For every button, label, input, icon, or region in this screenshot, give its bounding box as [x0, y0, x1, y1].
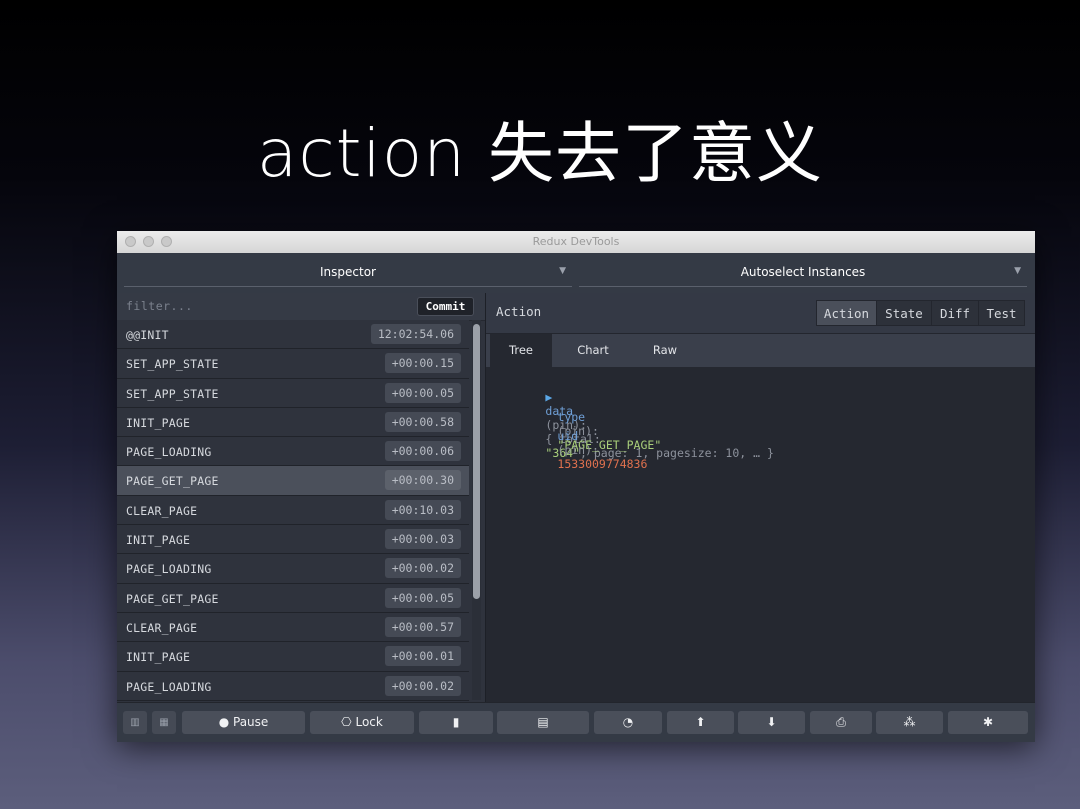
action-name: @@INIT [126, 328, 169, 342]
action-row[interactable]: PAGE_LOADING +00:00.02 [117, 554, 469, 584]
action-name: PAGE_LOADING [126, 445, 212, 460]
action-name: INIT_PAGE [126, 533, 191, 548]
action-row[interactable]: PAGE_GET_PAGE +00:00.05 [117, 583, 469, 613]
settings-button[interactable]: ✱ [948, 711, 1028, 734]
action-time-button[interactable]: +00:00.57 [384, 616, 461, 637]
tab-test[interactable]: Test [978, 300, 1025, 326]
filter-input[interactable]: filter... [126, 299, 193, 313]
window-title: Redux DevTools [532, 235, 620, 248]
instance-select-label: Autoselect Instances [740, 265, 866, 279]
action-name: INIT_PAGE [126, 650, 191, 665]
action-time-button[interactable]: 12:02:54.06 [370, 324, 461, 344]
dispatch-icon: ▮ [452, 715, 460, 729]
action-name: INIT_PAGE [126, 415, 191, 430]
action-row[interactable]: SET_APP_STATE +00:00.15 [117, 349, 469, 379]
action-name: SET_APP_STATE [126, 357, 219, 372]
monitor-select[interactable]: Inspector ▼ [124, 260, 572, 287]
bottom-toolbar: ▥ ▦ ● Pause ⎔ Lock ▮ ▤ ◔ ⬆ ⬇ ⎙ ⁂ ✱ [117, 702, 1035, 742]
print-icon: ⎙ [836, 715, 846, 729]
action-row[interactable]: PAGE_GET_PAGE +00:00.30 [117, 466, 469, 496]
action-row[interactable]: INIT_PAGE +00:00.58 [117, 407, 469, 438]
lock-icon: ⎔ [341, 715, 352, 729]
instance-select[interactable]: Autoselect Instances ▼ [579, 260, 1027, 287]
action-row[interactable]: INIT_PAGE +00:00.03 [117, 525, 469, 555]
action-time-button[interactable]: +00:00.05 [384, 587, 461, 608]
action-time-button[interactable]: +00:00.06 [384, 441, 461, 462]
remote-icon: ⁂ [903, 715, 916, 729]
lock-label: Lock [355, 715, 383, 729]
action-row[interactable]: PAGE_LOADING +00:00.06 [117, 437, 469, 467]
monitor-select-label: Inspector [320, 265, 376, 279]
action-row[interactable]: CLEAR_PAGE +00:10.03 [117, 495, 469, 526]
view-tabs: Tree Chart Raw [486, 334, 1035, 367]
import-button[interactable]: ⬆ [667, 711, 734, 734]
action-time-button[interactable]: +00:00.02 [384, 675, 461, 696]
commit-button[interactable]: Commit [417, 297, 474, 316]
devtools-window: Redux DevTools Inspector ▼ Autoselect In… [117, 231, 1035, 742]
tree-number-value: 1533009774836 [557, 457, 648, 471]
scrollbar-thumb[interactable] [473, 324, 480, 599]
action-list-panel: filter... Commit @@INIT 12:02:54.06 SET_AP… [117, 293, 485, 702]
keyboard-shortcuts-button[interactable]: ▤ [497, 711, 589, 734]
subtab-tree[interactable]: Tree [490, 334, 552, 367]
monitor-bar: Inspector ▼ Autoselect Instances ▼ [117, 253, 1035, 293]
slider-icon: ◔ [622, 715, 634, 729]
tree-row-uid[interactable]: uid (pin): 1533009774836 [502, 415, 647, 485]
action-time-button[interactable]: +00:00.02 [384, 558, 461, 579]
chevron-down-icon: ▼ [559, 266, 566, 276]
action-time-button[interactable]: +00:00.58 [384, 411, 461, 432]
action-row[interactable]: PAGE_LOADING +00:00.02 [117, 671, 469, 701]
pause-button[interactable]: ● Pause [182, 711, 305, 734]
action-time-button[interactable]: +00:00.15 [384, 353, 461, 374]
action-time-button[interactable]: +00:10.03 [384, 499, 461, 520]
detail-title: Action [496, 304, 542, 319]
slider-button[interactable]: ◔ [594, 711, 662, 734]
action-name: SET_APP_STATE [126, 386, 219, 401]
action-tree: ▶ data (pin): { total: "364", page: 1, p… [486, 367, 1035, 702]
toggle-left-panel-button[interactable]: ▥ [123, 711, 147, 734]
action-name: PAGE_LOADING [126, 679, 212, 694]
export-icon: ⬇ [766, 715, 777, 729]
toggle-bottom-panel-button[interactable]: ▦ [152, 711, 176, 734]
action-time-button[interactable]: +00:00.30 [384, 470, 461, 491]
export-button[interactable]: ⬇ [738, 711, 805, 734]
chevron-down-icon: ▼ [1014, 266, 1021, 276]
action-name: PAGE_LOADING [126, 562, 212, 577]
action-name: CLEAR_PAGE [126, 620, 198, 635]
subtab-raw[interactable]: Raw [634, 334, 696, 367]
gear-icon: ✱ [982, 715, 994, 729]
action-detail-panel: Action Action State Diff Test Tree Chart… [485, 293, 1035, 702]
tab-action[interactable]: Action [816, 300, 877, 326]
import-icon: ⬆ [695, 715, 706, 729]
pause-label: Pause [233, 715, 269, 729]
action-row[interactable]: INIT_PAGE +00:00.01 [117, 642, 469, 672]
tree-key: uid [557, 429, 579, 443]
record-icon: ● [218, 715, 230, 729]
action-name: PAGE_GET_PAGE [126, 591, 219, 606]
tree-pin: (pin): [557, 443, 599, 457]
action-name: PAGE_GET_PAGE [126, 474, 219, 489]
keyboard-icon: ▤ [537, 715, 549, 729]
action-time-button[interactable]: +00:00.05 [384, 382, 461, 403]
action-time-button[interactable]: +00:00.03 [384, 529, 461, 550]
action-list: @@INIT 12:02:54.06 SET_APP_STATE +00:00.15 S… [117, 320, 469, 701]
action-time-button[interactable]: +00:00.01 [384, 646, 461, 667]
tab-state[interactable]: State [876, 300, 932, 326]
action-row[interactable]: CLEAR_PAGE +00:00.57 [117, 612, 469, 643]
dispatcher-button[interactable]: ▮ [419, 711, 493, 734]
window-titlebar: Redux DevTools [117, 231, 1035, 254]
filter-bar: filter... Commit [117, 293, 485, 321]
action-row[interactable]: @@INIT 12:02:54.06 [117, 320, 469, 350]
subtab-chart[interactable]: Chart [562, 334, 624, 367]
detail-header: Action Action State Diff Test [486, 293, 1035, 334]
action-name: CLEAR_PAGE [126, 503, 198, 518]
action-row[interactable]: SET_APP_STATE +00:00.05 [117, 378, 469, 408]
print-button[interactable]: ⎙ [810, 711, 872, 734]
remote-button[interactable]: ⁂ [876, 711, 943, 734]
slide-title: action 失去了意义 [256, 115, 824, 192]
lock-button[interactable]: ⎔ Lock [310, 711, 414, 734]
tab-diff[interactable]: Diff [931, 300, 979, 326]
